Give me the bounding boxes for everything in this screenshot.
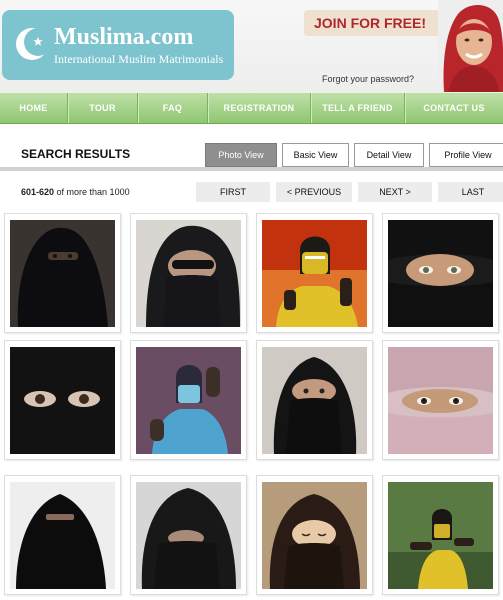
crescent-star-icon [16, 28, 52, 60]
nav-faq[interactable]: FAQ [138, 93, 208, 123]
profile-photo [262, 220, 367, 327]
profile-photo-card[interactable] [4, 340, 121, 460]
tab-photo-view[interactable]: Photo View [205, 143, 277, 167]
view-tabs: Photo View Basic View Detail View Profil… [205, 143, 503, 167]
site-logo[interactable]: Muslima.com International Muslim Matrimo… [2, 10, 234, 80]
profile-photo-card[interactable] [4, 213, 121, 333]
profile-photo-card[interactable] [130, 213, 247, 333]
page-title: SEARCH RESULTS [21, 147, 131, 161]
last-page-button[interactable]: LAST [438, 182, 503, 202]
profile-photo-card[interactable] [382, 340, 499, 460]
pagination: FIRST < PREVIOUS NEXT > LAST [196, 182, 503, 202]
profile-photo [10, 482, 115, 589]
result-range-numbers: 601-620 [21, 187, 55, 197]
first-page-button[interactable]: FIRST [196, 182, 270, 202]
profile-photo [136, 482, 241, 589]
profile-photo [10, 220, 115, 327]
header-model-photo [438, 0, 503, 92]
main-nav: HOME TOUR FAQ REGISTRATION TELL A FRIEND… [0, 92, 503, 124]
profile-photo [262, 347, 367, 454]
profile-photo [136, 220, 241, 327]
profile-photo [262, 482, 367, 589]
nav-tell-a-friend[interactable]: TELL A FRIEND [311, 93, 405, 123]
nav-tour[interactable]: TOUR [68, 93, 138, 123]
next-page-button[interactable]: NEXT > [358, 182, 432, 202]
profile-photo [388, 482, 493, 589]
previous-page-button[interactable]: < PREVIOUS [276, 182, 352, 202]
profile-photo-card[interactable] [382, 475, 499, 595]
profile-photo-card[interactable] [130, 475, 247, 595]
profile-photo-card[interactable] [130, 340, 247, 460]
join-button[interactable]: JOIN FOR FREE! [304, 10, 449, 36]
nav-home[interactable]: HOME [0, 93, 68, 123]
tab-profile-view[interactable]: Profile View [429, 143, 503, 167]
site-header: Muslima.com International Muslim Matrimo… [0, 0, 503, 92]
profile-photo [10, 347, 115, 454]
profile-photo [388, 347, 493, 454]
join-label: JOIN FOR FREE! [314, 15, 427, 31]
logo-title: Muslima.com [54, 24, 194, 50]
profile-photo-card[interactable] [4, 475, 121, 595]
tab-basic-view[interactable]: Basic View [282, 143, 349, 167]
forgot-password-link[interactable]: Forgot your password? [322, 74, 414, 84]
result-range-total: of more than 1000 [54, 187, 130, 197]
nav-registration[interactable]: REGISTRATION [208, 93, 311, 123]
tab-detail-view[interactable]: Detail View [354, 143, 424, 167]
profile-photo-card[interactable] [382, 213, 499, 333]
profile-photo-card[interactable] [256, 213, 373, 333]
logo-tagline: International Muslim Matrimonials [54, 52, 224, 66]
tabs-divider [0, 167, 503, 171]
profile-photo [388, 220, 493, 327]
profile-photo-card[interactable] [256, 475, 373, 595]
result-range: 601-620 of more than 1000 [21, 187, 130, 197]
profile-photo [136, 347, 241, 454]
profile-photo-card[interactable] [256, 340, 373, 460]
nav-contact-us[interactable]: CONTACT US [405, 93, 503, 123]
